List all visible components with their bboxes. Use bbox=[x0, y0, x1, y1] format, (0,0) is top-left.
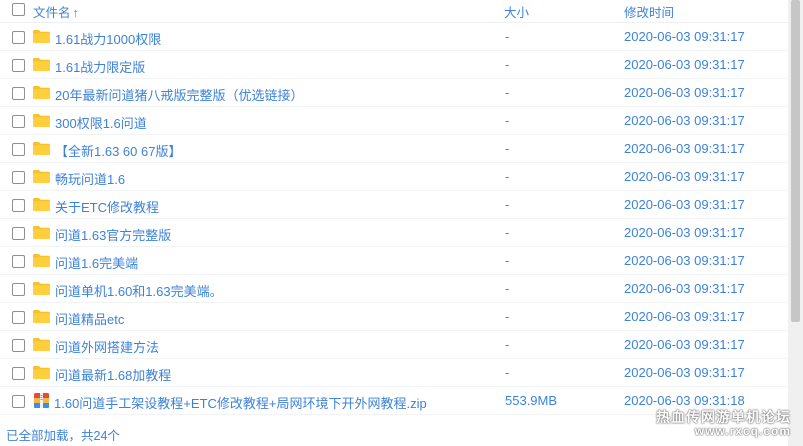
file-modified-time: 2020-06-03 09:31:17 bbox=[624, 197, 745, 212]
watermark-line-1: 热血传网游单机论坛 bbox=[656, 409, 791, 425]
file-row[interactable]: 问道1.63官方完整版 - 2020-06-03 09:31:17 bbox=[0, 219, 788, 247]
file-modified-time: 2020-06-03 09:31:17 bbox=[624, 113, 745, 128]
file-row-checkbox[interactable] bbox=[12, 311, 25, 324]
file-size: 553.9MB bbox=[505, 393, 558, 408]
file-size: - bbox=[505, 113, 510, 128]
name-column-label: 文件名 bbox=[33, 6, 71, 20]
folder-icon bbox=[33, 338, 50, 351]
sort-by-time-header[interactable]: 修改时间 bbox=[624, 2, 674, 21]
file-size: - bbox=[505, 197, 510, 212]
file-row[interactable]: 畅玩问道1.6 - 2020-06-03 09:31:17 bbox=[0, 163, 788, 191]
file-modified-time: 2020-06-03 09:31:17 bbox=[624, 169, 745, 184]
file-modified-time: 2020-06-03 09:31:17 bbox=[624, 253, 745, 268]
file-name-link[interactable]: 畅玩问道1.6 bbox=[55, 169, 125, 188]
watermark-logo: 热血传网游单机论坛 www.rxcq.com bbox=[656, 410, 791, 437]
file-row-checkbox[interactable] bbox=[12, 59, 25, 72]
sort-ascending-icon: ↑ bbox=[72, 6, 79, 20]
folder-icon bbox=[33, 170, 50, 183]
file-size: - bbox=[505, 169, 510, 184]
sort-by-size-header[interactable]: 大小 bbox=[504, 2, 529, 21]
file-row-checkbox[interactable] bbox=[12, 143, 25, 156]
file-modified-time: 2020-06-03 09:31:17 bbox=[624, 85, 745, 100]
file-row-checkbox[interactable] bbox=[12, 115, 25, 128]
file-name-link[interactable]: 1.61战力1000权限 bbox=[55, 29, 161, 48]
folder-icon bbox=[33, 142, 50, 155]
folder-icon bbox=[33, 30, 50, 43]
vertical-scrollbar[interactable] bbox=[788, 0, 803, 446]
folder-icon bbox=[33, 114, 50, 127]
file-list-header: 文件名 ↑ 大小 修改时间 bbox=[0, 0, 788, 23]
file-row[interactable]: 20年最新问道猪八戒版完整版（优选链接） - 2020-06-03 09:31:17 bbox=[0, 79, 788, 107]
folder-icon bbox=[33, 58, 50, 71]
file-name-link[interactable]: 【全新1.63 60 67版】 bbox=[55, 141, 181, 160]
file-row[interactable]: 1.61战力限定版 - 2020-06-03 09:31:17 bbox=[0, 51, 788, 79]
file-modified-time: 2020-06-03 09:31:17 bbox=[624, 365, 745, 380]
file-modified-time: 2020-06-03 09:31:17 bbox=[624, 337, 745, 352]
watermark-line-2: www.rxcq.com bbox=[694, 423, 791, 438]
file-name-link[interactable]: 关于ETC修改教程 bbox=[55, 197, 159, 216]
file-name-link[interactable]: 问道1.63官方完整版 bbox=[55, 225, 171, 244]
file-name-link[interactable]: 1.60问道手工架设教程+ETC修改教程+局网环境下开外网教程.zip bbox=[54, 393, 427, 412]
file-modified-time: 2020-06-03 09:31:17 bbox=[624, 281, 745, 296]
file-modified-time: 2020-06-03 09:31:17 bbox=[624, 309, 745, 324]
file-row[interactable]: 问道最新1.68加教程 - 2020-06-03 09:31:17 bbox=[0, 359, 788, 387]
file-modified-time: 2020-06-03 09:31:17 bbox=[624, 29, 745, 44]
file-row[interactable]: 问道外网搭建方法 - 2020-06-03 09:31:17 bbox=[0, 331, 788, 359]
file-name-link[interactable]: 300权限1.6问道 bbox=[55, 113, 147, 132]
file-row-checkbox[interactable] bbox=[12, 367, 25, 380]
file-row-checkbox[interactable] bbox=[12, 171, 25, 184]
file-row[interactable]: 300权限1.6问道 - 2020-06-03 09:31:17 bbox=[0, 107, 788, 135]
file-row-checkbox[interactable] bbox=[12, 283, 25, 296]
file-modified-time: 2020-06-03 09:31:17 bbox=[624, 57, 745, 72]
sort-by-name-header[interactable]: 文件名 ↑ bbox=[33, 2, 79, 21]
file-row[interactable]: 问道单机1.60和1.63完美端。 - 2020-06-03 09:31:17 bbox=[0, 275, 788, 303]
folder-icon bbox=[33, 366, 50, 379]
file-size: - bbox=[505, 29, 510, 44]
select-all-checkbox[interactable] bbox=[12, 3, 25, 16]
folder-icon bbox=[33, 282, 50, 295]
file-row[interactable]: 问道精品etc - 2020-06-03 09:31:17 bbox=[0, 303, 788, 331]
folder-icon bbox=[33, 226, 50, 239]
file-row-checkbox[interactable] bbox=[12, 255, 25, 268]
file-modified-time: 2020-06-03 09:31:17 bbox=[624, 141, 745, 156]
file-row-checkbox[interactable] bbox=[12, 339, 25, 352]
scrollbar-thumb[interactable] bbox=[791, 0, 800, 322]
file-row-checkbox[interactable] bbox=[12, 31, 25, 44]
file-row[interactable]: 问道1.6完美端 - 2020-06-03 09:31:17 bbox=[0, 247, 788, 275]
folder-icon bbox=[33, 310, 50, 323]
zip-archive-icon bbox=[34, 393, 51, 408]
file-list: 1.61战力1000权限 -2020-06-03 09:31:17 1.61战力限定… bbox=[0, 23, 788, 415]
file-name-link[interactable]: 20年最新问道猪八戒版完整版（优选链接） bbox=[55, 85, 303, 104]
file-size: - bbox=[505, 141, 510, 156]
load-status-text: 已全部加载，共24个 bbox=[6, 429, 120, 443]
file-size: - bbox=[505, 57, 510, 72]
file-row[interactable]: 1.61战力1000权限 - 2020-06-03 09:31:17 bbox=[0, 23, 788, 51]
file-modified-time: 2020-06-03 09:31:18 bbox=[624, 393, 745, 408]
file-size: - bbox=[505, 253, 510, 268]
file-name-link[interactable]: 问道精品etc bbox=[55, 309, 124, 328]
file-size: - bbox=[505, 225, 510, 240]
file-name-link[interactable]: 问道外网搭建方法 bbox=[55, 337, 159, 356]
file-size: - bbox=[505, 309, 510, 324]
file-name-link[interactable]: 问道单机1.60和1.63完美端。 bbox=[55, 281, 223, 300]
file-size: - bbox=[505, 281, 510, 296]
file-row-checkbox[interactable] bbox=[12, 395, 25, 408]
file-size: - bbox=[505, 365, 510, 380]
file-name-link[interactable]: 问道最新1.68加教程 bbox=[55, 365, 171, 384]
file-row[interactable]: 【全新1.63 60 67版】 - 2020-06-03 09:31:17 bbox=[0, 135, 788, 163]
file-row[interactable]: 关于ETC修改教程 - 2020-06-03 09:31:17 bbox=[0, 191, 788, 219]
file-name-link[interactable]: 问道1.6完美端 bbox=[55, 253, 138, 272]
folder-icon bbox=[33, 198, 50, 211]
folder-icon bbox=[33, 254, 50, 267]
folder-icon bbox=[33, 86, 50, 99]
file-modified-time: 2020-06-03 09:31:17 bbox=[624, 225, 745, 240]
file-size: - bbox=[505, 85, 510, 100]
file-name-link[interactable]: 1.61战力限定版 bbox=[55, 57, 145, 76]
file-row-checkbox[interactable] bbox=[12, 199, 25, 212]
file-row-checkbox[interactable] bbox=[12, 87, 25, 100]
file-size: - bbox=[505, 337, 510, 352]
file-row-checkbox[interactable] bbox=[12, 227, 25, 240]
